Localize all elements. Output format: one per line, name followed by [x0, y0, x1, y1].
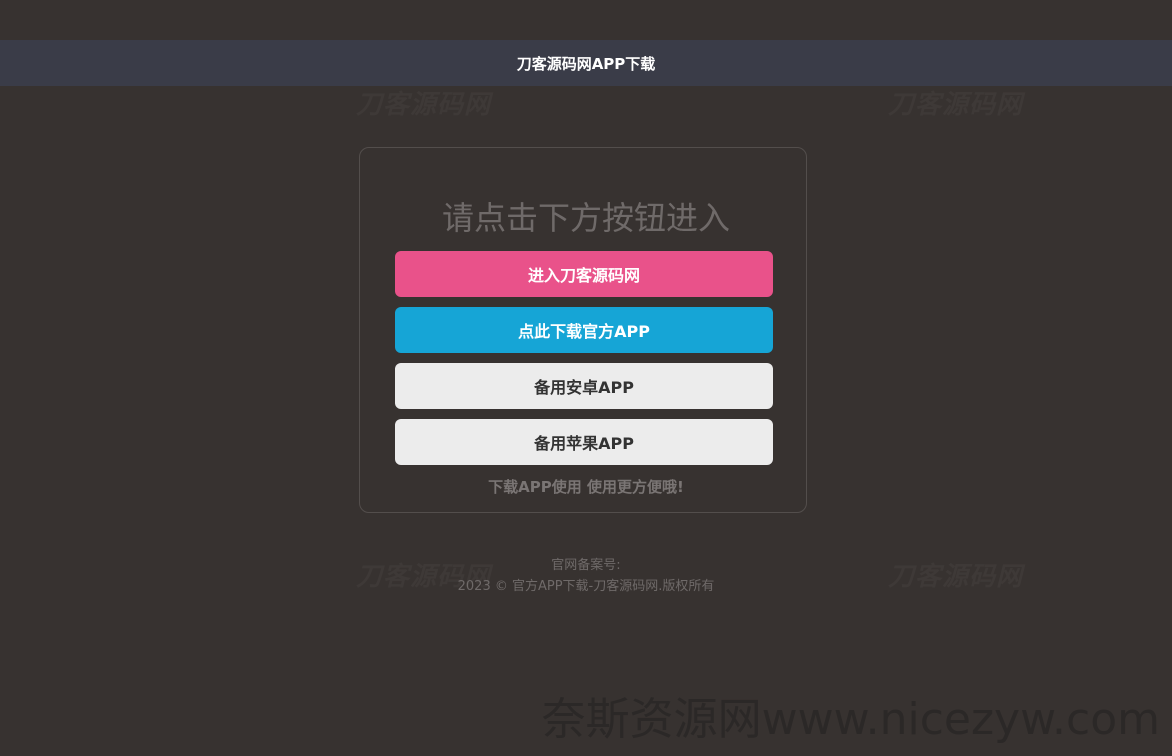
copyright: 2023 © 官方APP下载-刀客源码网.版权所有	[457, 579, 715, 594]
backup-android-button[interactable]: 备用安卓APP	[395, 363, 773, 409]
download-app-button[interactable]: 点此下载官方APP	[395, 307, 773, 353]
download-tip: 下载APP使用 使用更方便哦!	[488, 478, 684, 496]
enter-site-button[interactable]: 进入刀客源码网	[395, 251, 773, 297]
header-bar: 刀客源码网APP下载	[0, 40, 1172, 86]
icp-record: 官网备案号:	[551, 558, 621, 573]
background-watermark: 刀客源码网	[356, 90, 492, 120]
card-heading: 请点击下方按钮进入	[441, 199, 730, 237]
page-title: 刀客源码网APP下载	[516, 54, 656, 73]
site-watermark: 奈斯资源网www.nicezyw.com	[541, 694, 1160, 745]
download-page: 刀客源码网APP下载 刀客源码网 刀客源码网 刀客源码网 刀客源码网 请点击下方…	[0, 0, 1172, 756]
backup-ios-button[interactable]: 备用苹果APP	[395, 419, 773, 465]
background-watermark: 刀客源码网	[888, 90, 1024, 120]
